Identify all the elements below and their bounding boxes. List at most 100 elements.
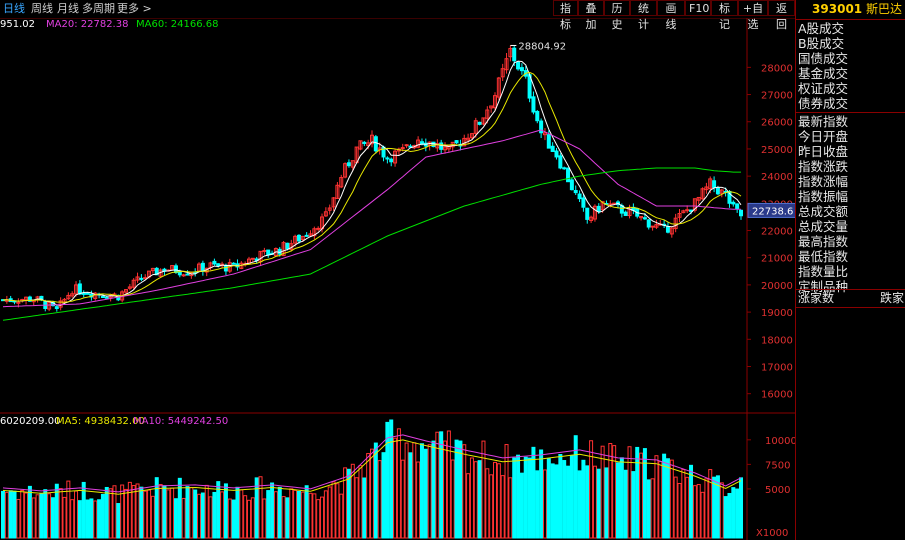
volume-bar	[366, 453, 371, 539]
volume-bar	[581, 459, 586, 539]
volume-bar	[596, 468, 601, 539]
volume-bar	[493, 461, 497, 539]
candle-body	[646, 219, 651, 228]
volume-bar	[166, 489, 171, 539]
volume-bar	[539, 449, 544, 539]
volume-bar	[654, 455, 659, 539]
volume-bar	[704, 478, 709, 539]
volume-bar	[43, 489, 48, 539]
candle-body	[419, 141, 424, 145]
volume-bar	[723, 496, 728, 539]
volume-tick-label: 7500	[765, 460, 790, 471]
volume-bar	[177, 477, 182, 539]
volume-bar	[396, 428, 401, 539]
volume-bar	[512, 457, 517, 539]
volume-bar	[277, 486, 282, 539]
y-tick-label: 25000	[761, 145, 793, 156]
stat-label: 指数涨跌	[798, 159, 849, 174]
stat-label: 债券成交	[798, 96, 849, 111]
volume-bar	[546, 458, 551, 539]
y-tick-label: 18000	[761, 335, 793, 346]
stat-label: 指数量比	[798, 264, 849, 279]
advance-decline-row: 涨家数 跌家	[798, 290, 904, 306]
volume-bar	[4, 491, 9, 539]
candle-body	[404, 144, 409, 147]
candle-body	[562, 167, 567, 170]
kline-chart[interactable]: 1600017000180001900020000210002200023000…	[0, 0, 795, 540]
candle-body	[143, 277, 148, 280]
volume-bar	[70, 499, 75, 539]
volume-bar	[531, 446, 536, 539]
stat-label: B股成交	[798, 36, 845, 51]
volume-bar	[523, 456, 528, 539]
volume-bar	[266, 490, 271, 539]
y-tick-label: 16000	[761, 390, 793, 401]
volume-bar	[100, 493, 105, 539]
volume-bar	[731, 487, 736, 539]
candle-body	[389, 158, 394, 163]
stat-label: 最低指数	[798, 249, 849, 264]
candle-body	[100, 296, 105, 299]
panel-divider	[796, 307, 905, 308]
candle-body	[81, 292, 86, 295]
volume-bar	[12, 490, 17, 539]
stat-label: 今日开盘	[798, 129, 849, 144]
stat-label: 指数涨幅	[798, 174, 849, 189]
candle-body	[285, 242, 290, 250]
volume-bar	[496, 463, 501, 539]
volume-bar	[189, 487, 194, 539]
volume-bar	[216, 481, 221, 539]
candle-body	[216, 263, 221, 267]
volume-bar	[566, 465, 571, 539]
candle-body	[250, 257, 255, 260]
volume-bar	[412, 442, 417, 539]
volume-bar	[489, 474, 494, 539]
volume-bar	[312, 493, 317, 539]
stat-label: 总成交额	[798, 204, 849, 219]
volume-bar	[254, 477, 259, 539]
candle-body	[581, 197, 586, 208]
volume-bar	[50, 497, 55, 539]
index-stats-list: 最新指数 今日开盘 昨日收盘 指数涨跌 指数涨幅 指数振幅 总成交额 总成交量 最高指数 最低指数…	[798, 114, 904, 294]
stock-code: 393001	[812, 2, 863, 16]
volume-bar	[431, 440, 436, 539]
volume-bar	[93, 500, 98, 539]
volume-bar	[300, 491, 305, 539]
volume-bar	[408, 452, 413, 539]
candle-body	[558, 155, 563, 169]
volume-bar	[35, 494, 40, 539]
volume-bar	[124, 488, 128, 539]
y-tick-label: 21000	[761, 254, 793, 265]
candle-body	[185, 273, 190, 276]
candle-body	[566, 167, 571, 183]
stat-label: 昨日收盘	[798, 144, 849, 159]
volume-bar	[516, 454, 521, 539]
volume-bar	[27, 485, 32, 539]
volume-bar	[462, 444, 467, 539]
y-tick-label: 24000	[761, 172, 793, 183]
volume-bar	[227, 498, 232, 539]
volume-bar	[200, 492, 205, 539]
volume-bar	[197, 493, 202, 539]
volume-bar	[385, 421, 390, 539]
volume-bar	[343, 467, 348, 539]
volume-bar	[658, 460, 663, 539]
volume-bar	[339, 493, 344, 539]
volume-bar	[308, 492, 313, 539]
candle-body	[735, 203, 740, 209]
volume-bar	[423, 448, 428, 539]
candle-body	[346, 162, 351, 167]
candle-body	[577, 193, 582, 200]
volume-bar	[458, 440, 463, 539]
volume-bar	[16, 498, 21, 539]
stock-header: 393001 斯巴达	[796, 0, 905, 18]
candle-body	[642, 217, 647, 220]
volume-bar	[477, 460, 482, 539]
volume-bar	[247, 499, 251, 539]
volume-bar	[39, 493, 44, 539]
volume-bar	[243, 495, 248, 539]
volume-bar	[692, 485, 697, 539]
candle-body	[266, 249, 271, 256]
candle-body	[585, 207, 590, 220]
volume-bar	[170, 487, 175, 539]
